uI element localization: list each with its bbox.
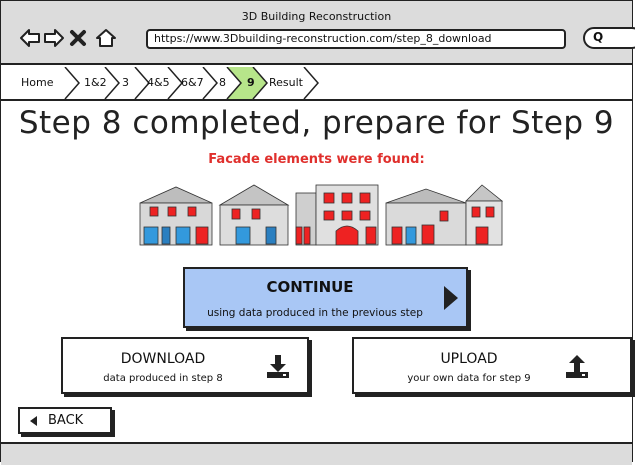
search-icon: Q: [593, 30, 604, 44]
upload-icon: [566, 355, 588, 378]
window-title: 3D Building Reconstruction: [241, 10, 392, 23]
title-bar: 3D Building Reconstruction https://www.3…: [1, 1, 635, 65]
facade-illustration: [139, 184, 504, 246]
back-label: BACK: [48, 413, 84, 428]
crumb-3[interactable]: 3: [122, 67, 129, 99]
download-icon: [267, 355, 289, 378]
continue-title: CONTINUE: [266, 278, 354, 296]
back-arrow-icon[interactable]: [19, 27, 41, 49]
status-bar: [1, 442, 632, 465]
play-arrow-icon: [444, 286, 458, 310]
continue-button[interactable]: CONTINUE using data produced in the prev…: [183, 267, 468, 328]
home-icon[interactable]: [95, 27, 117, 49]
crumb-1-2[interactable]: 1&2: [84, 67, 107, 99]
download-button[interactable]: DOWNLOAD data produced in step 8: [61, 337, 309, 394]
crumb-6-7[interactable]: 6&7: [181, 67, 204, 99]
url-bar[interactable]: https://www.3Dbuilding-reconstruction.co…: [146, 29, 566, 49]
download-title: DOWNLOAD: [120, 351, 206, 367]
crumb-9[interactable]: 9: [247, 67, 255, 99]
upload-button[interactable]: UPLOAD your own data for step 9: [352, 337, 632, 394]
download-subtitle: data produced in step 8: [103, 373, 223, 384]
upload-title: UPLOAD: [440, 351, 498, 367]
forward-arrow-icon[interactable]: [43, 27, 65, 49]
facade-found-text: Facade elements were found:: [208, 152, 425, 167]
upload-subtitle: your own data for step 9: [407, 373, 531, 384]
crumb-4-5[interactable]: 4&5: [147, 67, 170, 99]
back-button[interactable]: BACK: [18, 407, 112, 434]
close-icon[interactable]: [69, 29, 87, 47]
search-box[interactable]: Q: [583, 27, 635, 49]
continue-subtitle: using data produced in the previous step: [207, 307, 423, 319]
crumb-result[interactable]: Result: [269, 67, 303, 99]
crumb-home[interactable]: Home: [21, 67, 53, 99]
crumb-8[interactable]: 8: [219, 67, 226, 99]
browser-window: 3D Building Reconstruction https://www.3…: [0, 0, 635, 465]
breadcrumb: Home 1&2 3 4&5 6&7 8 9 Result: [1, 67, 632, 101]
back-triangle-icon: [30, 416, 37, 426]
page-title: Step 8 completed, prepare for Step 9: [18, 105, 615, 141]
